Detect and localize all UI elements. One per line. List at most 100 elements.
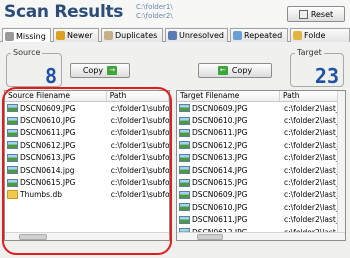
- target-group-label: Target: [295, 48, 324, 57]
- image-file-icon: [179, 166, 190, 175]
- duplicates-icon: [104, 31, 113, 40]
- source-group-label: Source: [11, 48, 43, 57]
- scrollbar-thumb[interactable]: [197, 234, 223, 240]
- target-path-column[interactable]: Path: [280, 91, 339, 101]
- target-row[interactable]: DSCN0611.JPG c:\folder2\last_w: [177, 127, 345, 139]
- target-row[interactable]: DSCN0609.JPG c:\folder2\last_w: [177, 102, 345, 114]
- filename-cell: Thumbs.db: [5, 190, 107, 200]
- tab-newer[interactable]: Newer: [53, 28, 99, 42]
- image-file-icon: [7, 178, 18, 187]
- source-path: C:\folder1\: [136, 3, 173, 11]
- source-row[interactable]: DSCN0615.JPG c:\folder1\subfolder: [5, 176, 169, 188]
- filename-text: DSCN0610.JPG: [192, 202, 248, 212]
- filename-cell: DSCN0613.JPG: [177, 153, 280, 162]
- tab-newer-label: Newer: [67, 31, 93, 40]
- target-horizontal-scrollbar[interactable]: [177, 232, 345, 240]
- copy-to-source-button[interactable]: ← Copy: [198, 63, 272, 78]
- image-file-icon: [7, 153, 18, 162]
- source-count: 8: [44, 64, 57, 88]
- image-file-icon: [179, 215, 190, 224]
- path-cell: c:\folder1\subfolder: [110, 165, 169, 175]
- image-file-icon: [7, 141, 18, 150]
- source-path-column[interactable]: Path: [107, 91, 169, 101]
- folder-file-icon: [7, 190, 18, 200]
- path-cell: c:\folder2\last_w: [284, 103, 337, 113]
- tab-folders[interactable]: Folde: [290, 28, 350, 42]
- target-row[interactable]: DSCN0610.JPG c:\folder2\last_w: [177, 114, 345, 126]
- target-row[interactable]: DSCN0614.JPG c:\folder2\last_w: [177, 164, 345, 176]
- filename-cell: DSCN0613.JPG: [5, 153, 107, 162]
- image-file-icon: [179, 104, 190, 113]
- source-file-list[interactable]: Source Filename Path DSCN0609.JPG c:\fold…: [4, 90, 170, 241]
- tab-missing-label: Missing: [16, 31, 46, 41]
- source-row[interactable]: DSCN0614.jpg c:\folder1\subfolder: [5, 164, 169, 176]
- target-row[interactable]: DSCN0613.JPG c:\folder2\last_w: [177, 152, 345, 164]
- target-row[interactable]: DSCN0609.JPG c:\folder2\last_w: [177, 189, 345, 201]
- reset-button[interactable]: Reset: [287, 6, 345, 22]
- filename-cell: DSCN0614.JPG: [177, 166, 280, 175]
- path-cell: c:\folder1\subfolder: [110, 116, 169, 126]
- filename-text: Thumbs.db: [20, 190, 62, 200]
- filename-cell: DSCN0615.JPG: [177, 178, 280, 187]
- header: Scan Results C:\folder1\ C:\folder2\ Res…: [0, 0, 350, 27]
- tab-missing[interactable]: Missing: [2, 28, 51, 43]
- source-horizontal-scrollbar[interactable]: [5, 232, 169, 240]
- target-row[interactable]: DSCN0615.JPG c:\folder2\last_w: [177, 176, 345, 188]
- target-vertical-scrollbar[interactable]: [337, 91, 345, 234]
- filename-text: DSCN0615.JPG: [20, 178, 76, 188]
- source-row[interactable]: DSCN0613.JPG c:\folder1\subfolder: [5, 152, 169, 164]
- source-row[interactable]: Thumbs.db c:\folder1\subfolder: [5, 189, 169, 201]
- target-row[interactable]: DSCN0611.JPG c:\folder2\last_w: [177, 214, 345, 226]
- filename-cell: DSCN0615.JPG: [5, 178, 107, 187]
- tab-duplicates[interactable]: Duplicates: [101, 28, 163, 42]
- path-cell: c:\folder2\last_w: [284, 202, 337, 212]
- target-filename-column[interactable]: Target Filename: [177, 91, 280, 101]
- target-path: C:\folder2\: [136, 12, 173, 20]
- image-file-icon: [179, 141, 190, 150]
- source-row[interactable]: DSCN0612.JPG c:\folder1\subfolder: [5, 139, 169, 151]
- tab-unresolved[interactable]: Unresolved: [165, 28, 228, 42]
- target-count: 23: [314, 64, 339, 88]
- filename-cell: DSCN0611.JPG: [177, 128, 280, 137]
- target-list-header: Target Filename Path: [177, 91, 345, 102]
- filename-cell: DSCN0610.JPG: [177, 116, 280, 125]
- image-file-icon: [179, 203, 190, 212]
- scan-paths: C:\folder1\ C:\folder2\: [136, 3, 173, 21]
- reset-icon: [298, 9, 308, 19]
- source-row[interactable]: DSCN0609.JPG c:\folder1\subfolder: [5, 102, 169, 114]
- image-file-icon: [179, 116, 190, 125]
- target-group: Target 23: [290, 48, 344, 88]
- path-cell: c:\folder2\last_w: [284, 165, 337, 175]
- folder-icon: [293, 31, 302, 40]
- filename-cell: DSCN0612.JPG: [177, 141, 280, 150]
- path-cell: c:\folder2\last_w: [284, 215, 337, 225]
- filename-text: DSCN0609.JPG: [192, 190, 248, 200]
- image-file-icon: [179, 128, 190, 137]
- target-row[interactable]: DSCN0612.JPG c:\folder2\last_w: [177, 139, 345, 151]
- target-row[interactable]: DSCN0610.JPG c:\folder2\last_w: [177, 201, 345, 213]
- tab-repeated[interactable]: Repeated: [230, 28, 288, 42]
- filename-text: DSCN0615.JPG: [192, 178, 248, 188]
- source-filename-column[interactable]: Source Filename: [5, 91, 107, 101]
- copy-to-target-button[interactable]: Copy →: [70, 63, 130, 78]
- filename-cell: DSCN0610.JPG: [5, 116, 107, 125]
- source-row[interactable]: DSCN0610.JPG c:\folder1\subfolder: [5, 114, 169, 126]
- image-file-icon: [179, 178, 190, 187]
- scrollbar-thumb[interactable]: [19, 234, 47, 240]
- target-file-list[interactable]: Target Filename Path DSCN0609.JPG c:\fold…: [176, 90, 346, 241]
- arrow-left-icon: ←: [217, 66, 228, 75]
- missing-icon: [5, 31, 14, 41]
- filename-text: DSCN0613.JPG: [192, 153, 248, 163]
- source-row[interactable]: DSCN0611.JPG c:\folder1\subfolder: [5, 127, 169, 139]
- unresolved-icon: [168, 31, 177, 40]
- copy-button-label: Copy: [82, 66, 104, 75]
- filename-text: DSCN0613.JPG: [20, 153, 76, 163]
- filename-cell: DSCN0609.JPG: [5, 104, 107, 113]
- filename-text: DSCN0611.JPG: [192, 128, 248, 138]
- filename-cell: DSCN0610.JPG: [177, 203, 280, 212]
- reset-button-label: Reset: [310, 9, 334, 19]
- tab-repeated-label: Repeated: [244, 31, 283, 40]
- copy-button-label: Copy: [231, 66, 253, 75]
- filename-text: DSCN0612.JPG: [192, 140, 248, 150]
- image-file-icon: [7, 166, 18, 175]
